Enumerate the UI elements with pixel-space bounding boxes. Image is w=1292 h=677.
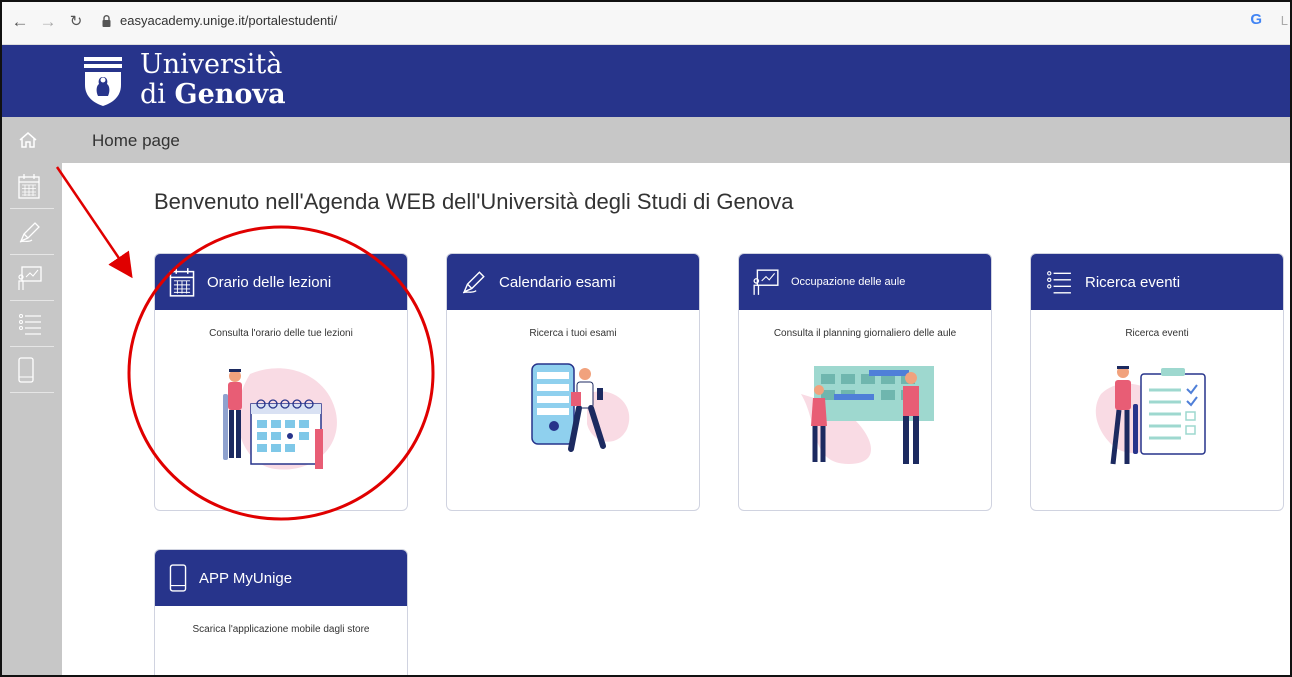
pen-icon	[19, 221, 40, 243]
card-header: Ricerca eventi	[1031, 254, 1283, 310]
sidebar-item-app[interactable]	[10, 347, 54, 393]
list-icon	[1047, 271, 1071, 294]
google-icon[interactable]: G	[1250, 11, 1262, 28]
screenshot-frame: ← → ↻ easyacademy.unige.it/portalestuden…	[0, 0, 1292, 677]
sidebar-item-classrooms[interactable]	[10, 255, 54, 301]
card-title: Orario delle lezioni	[207, 273, 332, 291]
card-header: APP MyUnige	[155, 550, 407, 606]
card-description: Consulta il planning giornaliero delle a…	[773, 328, 957, 339]
card-occupazione-aule[interactable]: Occupazione delle aule Consulta il plann…	[738, 253, 992, 511]
card-description: Ricerca eventi	[1125, 328, 1189, 339]
breadcrumb: Home page	[62, 117, 1290, 163]
card-title: Occupazione delle aule	[791, 276, 906, 288]
card-title: Calendario esami	[499, 273, 616, 291]
logo-bold: Genova	[174, 79, 286, 110]
card-description: Consulta l'orario delle tue lezioni	[209, 328, 353, 339]
card-description: Ricerca i tuoi esami	[529, 328, 617, 339]
app-illustration	[155, 658, 408, 677]
university-shield-icon[interactable]	[82, 55, 124, 107]
site-header: Università di Genova	[2, 45, 1290, 117]
card-description: Scarica l'applicazione mobile dagli stor…	[192, 624, 370, 635]
classroom-icon	[753, 269, 779, 295]
sidebar-item-events[interactable]	[10, 301, 54, 347]
phone-icon	[169, 564, 187, 592]
calendar-illustration	[223, 368, 337, 470]
address-bar[interactable]: easyacademy.unige.it/portalestudenti/	[120, 13, 337, 28]
card-title: APP MyUnige	[199, 569, 293, 587]
sidebar-item-calendar[interactable]	[10, 163, 54, 209]
card-header: Occupazione delle aule	[739, 254, 991, 310]
card-header: Orario delle lezioni	[155, 254, 407, 310]
classroom-icon	[18, 265, 42, 290]
card-app-myunige[interactable]: APP MyUnige Scarica l'applicazione mobil…	[154, 549, 408, 677]
pen-icon	[462, 271, 485, 294]
card-ricerca-eventi[interactable]: Ricerca eventi Ricerca eventi	[1030, 253, 1284, 511]
back-icon[interactable]: ←	[10, 12, 30, 32]
sidebar-item-exams[interactable]	[10, 209, 54, 255]
sidebar	[2, 117, 62, 675]
calendar-icon	[18, 173, 40, 199]
main-content: Benvenuto nell'Agenda WEB dell'Universit…	[62, 163, 1290, 677]
card-orario-lezioni[interactable]: Orario delle lezioni Consulta l'orario d…	[154, 253, 408, 511]
breadcrumb-home[interactable]: Home page	[92, 131, 180, 151]
browser-toolbar: ← → ↻ easyacademy.unige.it/portalestuden…	[2, 2, 1290, 45]
phone-icon	[18, 356, 34, 383]
page-title: Benvenuto nell'Agenda WEB dell'Universit…	[154, 189, 794, 214]
classrooms-illustration	[801, 366, 934, 464]
lock-icon	[102, 15, 111, 27]
card-calendario-esami[interactable]: Calendario esami Ricerca i tuoi esami	[446, 253, 700, 511]
events-illustration	[1095, 366, 1206, 465]
calendar-icon	[169, 268, 195, 297]
list-icon	[19, 313, 41, 335]
university-logo-text[interactable]: Università di Genova	[140, 50, 286, 110]
exams-illustration	[531, 363, 630, 452]
forward-icon[interactable]: →	[38, 12, 58, 32]
logo-prefix: di	[140, 79, 175, 110]
card-header: Calendario esami	[447, 254, 699, 310]
reload-icon[interactable]: ↻	[66, 12, 86, 32]
logo-line-1: Università	[140, 49, 283, 80]
logo-line-2: di Genova	[140, 80, 286, 110]
home-icon	[19, 132, 37, 148]
extension-icon[interactable]: L	[1281, 13, 1288, 28]
card-title: Ricerca eventi	[1085, 273, 1181, 291]
sidebar-item-home[interactable]	[10, 117, 54, 163]
